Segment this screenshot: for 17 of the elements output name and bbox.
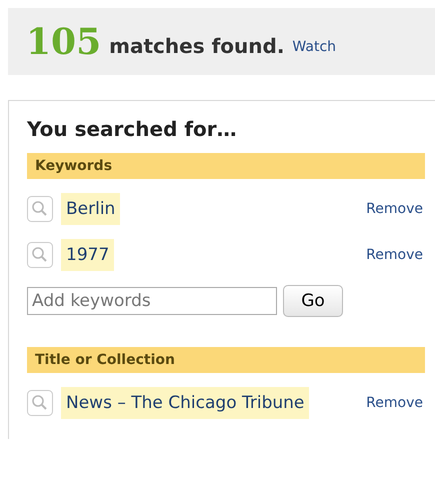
go-button[interactable]: Go bbox=[283, 285, 343, 317]
search-icon[interactable] bbox=[27, 196, 53, 222]
search-icon[interactable] bbox=[27, 242, 53, 268]
keywords-input[interactable]: Add keywords bbox=[27, 287, 277, 315]
matches-text: matches found. bbox=[109, 34, 284, 58]
remove-link[interactable]: Remove bbox=[366, 201, 425, 217]
search-icon[interactable] bbox=[27, 390, 53, 416]
watch-link[interactable]: Watch bbox=[292, 38, 336, 54]
search-term: Berlin bbox=[61, 193, 120, 225]
remove-link[interactable]: Remove bbox=[366, 395, 425, 411]
search-term: 1977 bbox=[61, 239, 114, 271]
panel-title: You searched for… bbox=[27, 117, 238, 141]
section-heading: Keywords bbox=[27, 153, 425, 179]
search-term: News – The Chicago Tribune bbox=[61, 387, 310, 419]
match-count: 105 bbox=[26, 20, 102, 62]
section-heading: Title or Collection bbox=[27, 347, 425, 373]
remove-link[interactable]: Remove bbox=[366, 247, 425, 263]
